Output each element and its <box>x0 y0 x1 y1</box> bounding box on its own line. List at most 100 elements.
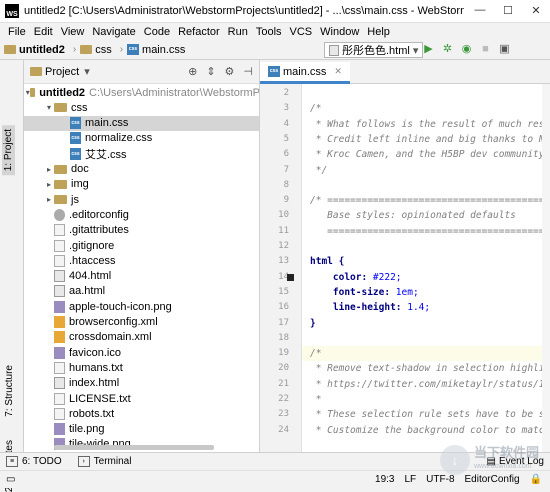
html-file-icon <box>54 377 65 390</box>
breadcrumb-project[interactable]: untitled2 <box>4 44 65 56</box>
code-line: font-size: 1em; <box>310 286 419 298</box>
menu-refactor[interactable]: Refactor <box>174 26 224 38</box>
tree-item-label: 404.html <box>69 270 112 283</box>
menu-code[interactable]: Code <box>140 26 174 38</box>
line-number: 12 <box>278 241 289 251</box>
tree-item-label: untitled2 <box>39 86 86 99</box>
tab-main-css[interactable]: css main.css ✕ <box>260 62 350 84</box>
tab-structure[interactable]: 7: Structure <box>4 365 15 417</box>
code-editor[interactable]: /* * What follows is the result of much … <box>302 84 550 452</box>
terminal-tool-button[interactable]: › Terminal <box>77 456 131 467</box>
breadcrumb-folder-label: css <box>95 43 112 56</box>
minimize-button[interactable]: — <box>466 0 494 20</box>
menu-navigate[interactable]: Navigate <box>88 26 139 38</box>
tree-item[interactable]: favicon.ico <box>24 345 259 360</box>
layout-icon[interactable]: ▣ <box>498 42 511 55</box>
window-controls: — ☐ ✕ <box>466 0 550 20</box>
tree-item[interactable]: index.html <box>24 376 259 391</box>
menu-view[interactable]: View <box>57 26 89 38</box>
tree-item[interactable]: ▸ img <box>24 177 259 192</box>
code-line: line-height: 1.4; <box>310 302 431 314</box>
code-line: * <box>310 394 322 405</box>
css-file-icon: css <box>70 117 81 130</box>
folder-file-icon <box>54 103 67 113</box>
chevron-right-icon[interactable]: ▸ <box>44 195 54 204</box>
stop-icon[interactable]: ■ <box>479 43 492 55</box>
git-file-icon <box>54 224 65 237</box>
line-number: 24 <box>278 424 289 435</box>
code-line: /* <box>310 103 322 115</box>
tab-project[interactable]: 1: Project <box>2 125 15 176</box>
tree-item[interactable]: css 艾艾.css <box>24 146 259 161</box>
tree-item[interactable]: .gitignore <box>24 238 259 253</box>
line-number-gutter: 2 3 4 5 6 7 8 9 10 11 12 13 14 15 16 17 18 19 20 21 22 23 24 <box>260 84 302 452</box>
menu-help[interactable]: Help <box>363 26 394 38</box>
menu-edit[interactable]: Edit <box>30 26 57 38</box>
tree-item[interactable]: css main.css <box>24 115 259 131</box>
left-tool-strip: 1: Project 7: Structure 2: Favorites <box>0 60 24 492</box>
todo-tool-button[interactable]: ≡ 6: TODO <box>6 456 62 467</box>
line-number: 15 <box>278 286 289 297</box>
tree-item[interactable]: browserconfig.xml <box>24 315 259 330</box>
todo-label: 6: TODO <box>22 456 62 467</box>
chevron-right-icon[interactable]: ▸ <box>44 180 54 189</box>
hide-panel-icon[interactable]: ⊣ <box>243 65 253 78</box>
tree-item[interactable]: ▸ js <box>24 192 259 207</box>
close-button[interactable]: ✕ <box>522 0 550 20</box>
tree-item[interactable]: ▾ untitled2 C:\Users\Administrator\Webstor… <box>24 85 259 100</box>
tree-item[interactable]: .gitattributes <box>24 223 259 238</box>
close-tab-icon[interactable]: ✕ <box>334 66 342 77</box>
status-left-icon[interactable]: ▭ <box>6 474 15 485</box>
breadcrumb-folder[interactable]: css <box>80 44 112 56</box>
tree-item[interactable]: 404.html <box>24 269 259 284</box>
tree-item[interactable]: aa.html <box>24 284 259 299</box>
debug-icon[interactable]: ✲ <box>441 42 454 55</box>
line-separator[interactable]: LF <box>405 474 417 485</box>
code-line: * Remove text-shadow in selection highli… <box>310 363 550 375</box>
coverage-icon[interactable]: ◉ <box>460 42 473 55</box>
vertical-scrollbar[interactable] <box>542 84 550 452</box>
run-configuration-select[interactable]: 彤彤色色.html ▾ <box>324 42 424 58</box>
line-number: 19 <box>278 348 289 359</box>
tree-item[interactable]: ▸ doc <box>24 162 259 177</box>
tree-item[interactable]: crossdomain.xml <box>24 330 259 345</box>
tree-item[interactable]: .htaccess <box>24 253 259 268</box>
run-toolbar: ▶ ✲ ◉ ■ ▣ <box>422 42 511 56</box>
tree-item[interactable]: css normalize.css <box>24 131 259 146</box>
tree-item[interactable]: apple-touch-icon.png <box>24 299 259 314</box>
tree-item[interactable]: tile.png <box>24 422 259 437</box>
project-view-select[interactable]: Project <box>45 66 79 78</box>
caret-position[interactable]: 19:3 <box>375 474 394 485</box>
gear-icon[interactable]: ⚙ <box>225 65 235 78</box>
line-number: 4 <box>283 118 289 129</box>
menu-vcs[interactable]: VCS <box>286 26 317 38</box>
txt-file-icon <box>54 361 65 374</box>
menu-tools[interactable]: Tools <box>252 26 286 38</box>
collapse-all-icon[interactable]: ⇕ <box>206 65 215 78</box>
editor-tab-bar: css main.css ✕ <box>260 60 550 84</box>
breadcrumb-file[interactable]: css main.css <box>127 44 185 56</box>
chevron-down-icon[interactable]: ▾ <box>84 65 90 78</box>
menu-file[interactable]: File <box>4 26 30 38</box>
folder-file-icon <box>29 88 36 97</box>
horizontal-scrollbar[interactable] <box>54 445 214 450</box>
menu-window[interactable]: Window <box>316 26 363 38</box>
tree-item[interactable]: robots.txt <box>24 406 259 421</box>
tree-item-label: .gitattributes <box>69 224 129 237</box>
tree-item[interactable]: ▾ css <box>24 100 259 115</box>
tree-item[interactable]: LICENSE.txt <box>24 391 259 406</box>
html-file-icon <box>54 285 65 298</box>
line-number: 10 <box>278 210 289 221</box>
watermark-text: 当下软件园 www.downxia.com <box>474 446 539 474</box>
tree-item[interactable]: .editorconfig <box>24 207 259 222</box>
chevron-right-icon[interactable]: ▸ <box>44 165 54 174</box>
chevron-down-icon[interactable]: ▾ <box>44 103 54 112</box>
maximize-button[interactable]: ☐ <box>494 0 522 20</box>
menu-run[interactable]: Run <box>224 26 252 38</box>
locate-icon[interactable]: ⊕ <box>188 65 197 78</box>
color-swatch-icon[interactable] <box>287 273 294 281</box>
code-line: * Credit left inline and big thanks to N… <box>310 133 550 145</box>
run-icon[interactable]: ▶ <box>422 42 435 55</box>
tree-item-label: index.html <box>69 377 120 390</box>
tree-item[interactable]: humans.txt <box>24 360 259 375</box>
